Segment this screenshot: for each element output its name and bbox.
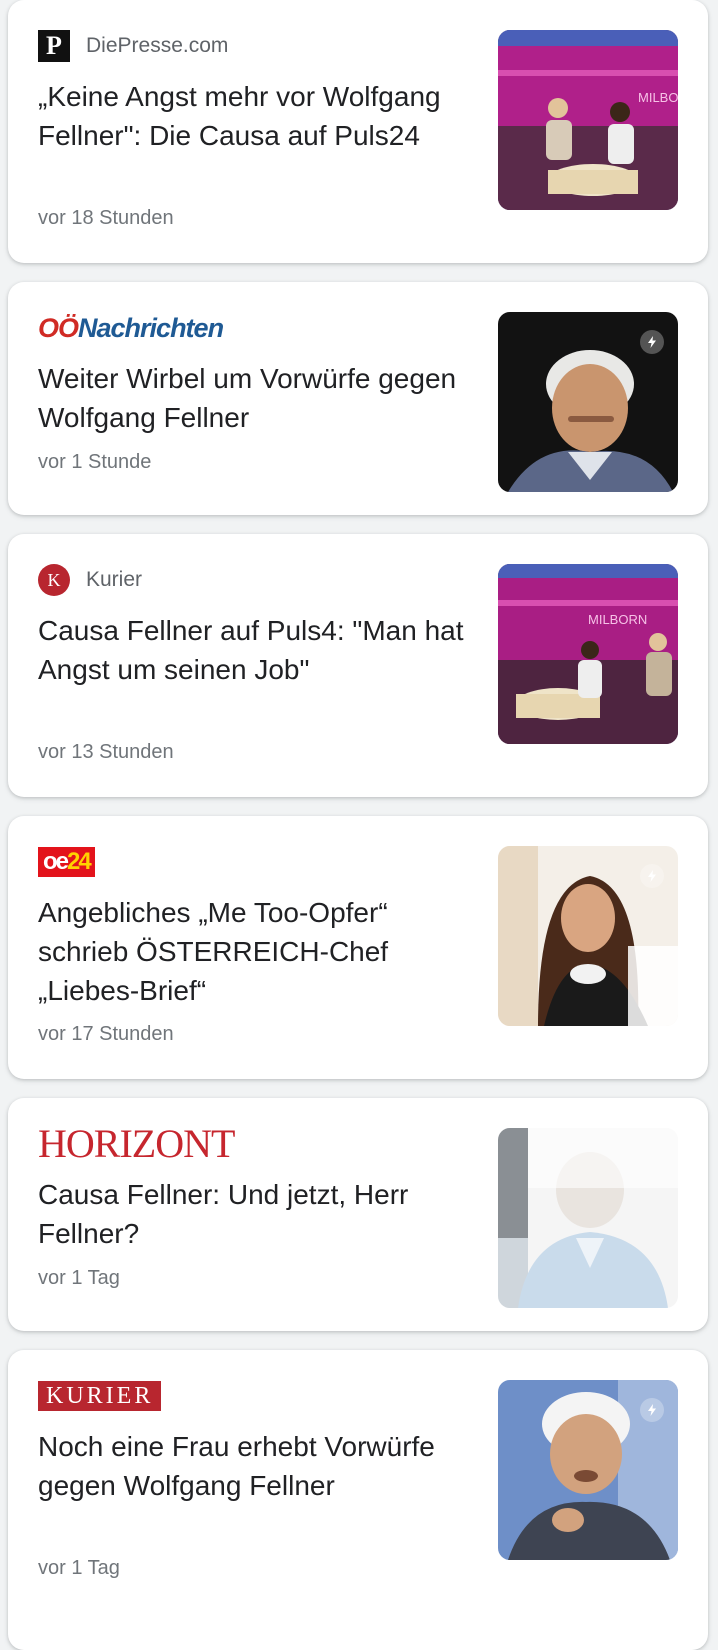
news-card[interactable]: HORIZONT Causa Fellner: Und jetzt, Herr … [8, 1098, 708, 1331]
headline[interactable]: Weiter Wirbel um Vorwürfe gegen Wolfgang… [38, 359, 468, 437]
timestamp: vor 1 Stunde [38, 451, 152, 473]
timestamp: vor 13 Stunden [38, 741, 174, 763]
news-card[interactable]: K Kurier Causa Fellner auf Puls4: "Man h… [8, 534, 708, 797]
source-row: P DiePresse.com [38, 30, 228, 62]
article-thumbnail[interactable]: MILBORN [498, 30, 678, 210]
timestamp: vor 1 Tag [38, 1557, 120, 1579]
news-card[interactable]: OÖNachrichten Weiter Wirbel um Vorwürfe … [8, 282, 708, 515]
source-row: OÖNachrichten [38, 312, 224, 344]
kurier-logo: K [38, 564, 70, 596]
oe24-logo-oe: oe [43, 848, 69, 875]
headline[interactable]: Noch eine Frau erhebt Vorwürfe gegen Wol… [38, 1427, 468, 1505]
article-thumbnail[interactable] [498, 1380, 678, 1560]
diepresse-logo: P [38, 30, 70, 62]
headline[interactable]: Causa Fellner: Und jetzt, Herr Fellner? [38, 1175, 468, 1253]
amp-lightning-icon [640, 1398, 664, 1422]
oon-logo-nachrichten: Nachrichten [78, 313, 224, 343]
svg-text:MILBORN: MILBORN [638, 90, 678, 105]
source-row: oe 24 [38, 846, 95, 878]
horizont-logo: HORIZONT [38, 1121, 235, 1166]
oe24-logo: oe 24 [38, 847, 95, 877]
source-row: K Kurier [38, 564, 142, 596]
oe24-logo-24: 24 [67, 848, 92, 875]
source-row: KURIER [38, 1380, 162, 1412]
amp-lightning-icon [640, 330, 664, 354]
amp-lightning-icon [640, 864, 664, 888]
source-name: Kurier [86, 568, 143, 591]
headline[interactable]: Causa Fellner auf Puls4: "Man hat Angst … [38, 611, 468, 689]
article-thumbnail[interactable] [498, 312, 678, 492]
news-card[interactable]: oe 24 Angebliches „Me Too-Opfer“ schrieb … [8, 816, 708, 1079]
headline[interactable]: „Keine Angst mehr vor Wolfgang Fellner":… [38, 77, 468, 155]
article-thumbnail[interactable]: MILBORN [498, 564, 678, 744]
article-thumbnail[interactable] [498, 1128, 678, 1308]
news-card[interactable]: P DiePresse.com „Keine Angst mehr vor Wo… [8, 0, 708, 263]
timestamp: vor 18 Stunden [38, 207, 174, 229]
oon-logo-oo: OÖ [38, 313, 79, 343]
svg-text:MILBORN: MILBORN [588, 612, 647, 627]
source-name: DiePresse.com [86, 34, 229, 57]
source-row: HORIZONT [38, 1121, 235, 1166]
news-card[interactable]: KURIER Noch eine Frau erhebt Vorwürfe ge… [8, 1350, 708, 1650]
timestamp: vor 17 Stunden [38, 1023, 174, 1045]
oon-logo: OÖNachrichten [38, 312, 224, 344]
kurier-logo: KURIER [38, 1381, 162, 1411]
article-thumbnail[interactable] [498, 846, 678, 1026]
timestamp: vor 1 Tag [38, 1267, 120, 1289]
headline[interactable]: Angebliches „Me Too-Opfer“ schrieb ÖSTER… [38, 893, 468, 1010]
